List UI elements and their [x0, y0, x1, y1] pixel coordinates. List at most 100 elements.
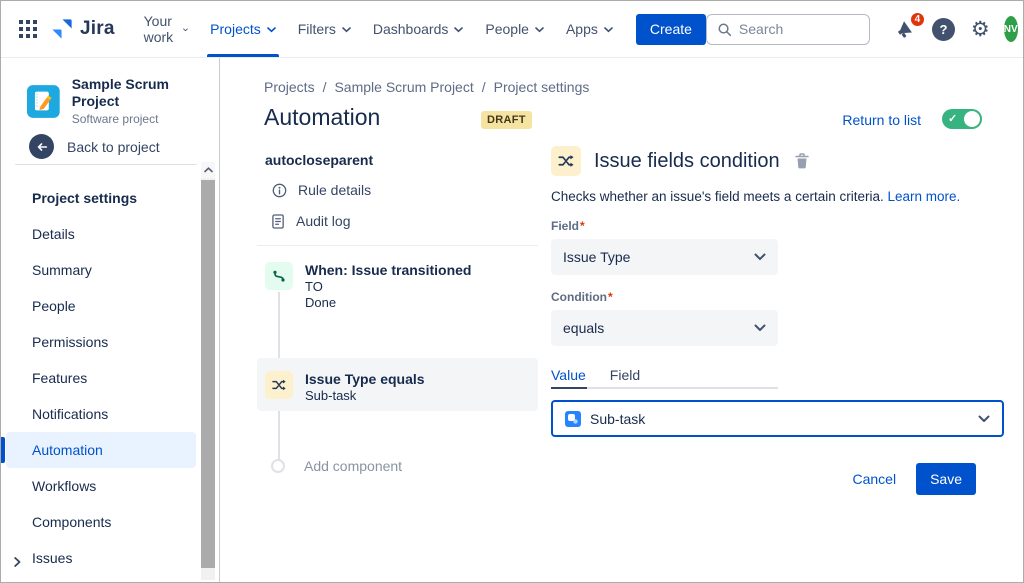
sidebar-item-label: Components [32, 514, 111, 530]
search-box[interactable] [706, 14, 870, 45]
nav-item-your-work[interactable]: Your work [133, 1, 200, 57]
jira-logo[interactable]: Jira [51, 18, 115, 40]
tab-field[interactable]: Field [610, 367, 640, 389]
sidebar-item-components[interactable]: Components [1, 504, 196, 540]
delete-component-button[interactable] [795, 153, 809, 169]
breadcrumb: Projects / Sample Scrum Project / Projec… [264, 79, 589, 95]
help-button[interactable]: ? [932, 18, 955, 41]
nav-item-dashboards[interactable]: Dashboards [362, 1, 475, 57]
back-to-project-label: Back to project [67, 139, 160, 155]
sidebar-item-summary[interactable]: Summary [1, 252, 196, 288]
project-type: Software project [72, 112, 219, 126]
nav-label: Dashboards [373, 21, 449, 37]
condition-label-text: Condition [551, 290, 607, 304]
value-select[interactable]: Sub-task [551, 400, 1004, 437]
sidebar-item-details[interactable]: Details [1, 216, 196, 252]
field-label-text: Field [551, 219, 579, 233]
nav-label: Filters [298, 21, 336, 37]
nav-label: Your work [144, 13, 178, 45]
trigger-step-text: When: Issue transitioned TO Done [305, 262, 471, 311]
field-select-value: Issue Type [563, 249, 630, 265]
project-name: Sample Scrum Project [72, 76, 219, 110]
rule-overview-panel: autocloseparent Rule details Audit log [257, 146, 538, 566]
nav-item-people[interactable]: People [474, 1, 555, 57]
sidebar-item-label: People [32, 298, 76, 314]
notifications-button[interactable]: 4 [894, 18, 916, 40]
sidebar-item-issues[interactable]: Issues [1, 540, 196, 576]
chevron-down-icon [604, 27, 613, 33]
condition-label: Condition* [551, 290, 1006, 304]
condition-step-value: Sub-task [305, 388, 425, 404]
cancel-button[interactable]: Cancel [852, 471, 896, 487]
create-button[interactable]: Create [636, 14, 706, 45]
field-label: Field* [551, 219, 1006, 233]
scrollbar-up-arrow-icon[interactable] [201, 162, 215, 178]
sidebar-item-features[interactable]: Features [1, 360, 196, 396]
trigger-step[interactable]: When: Issue transitioned TO Done [257, 262, 538, 311]
sidebar-item-label: Features [32, 370, 87, 386]
nav-item-apps[interactable]: Apps [555, 1, 624, 57]
project-header-text: Sample Scrum Project Software project [72, 76, 219, 126]
breadcrumb-project[interactable]: Sample Scrum Project [334, 79, 473, 95]
user-avatar[interactable]: NV [1004, 16, 1018, 42]
sidebar-item-notifications[interactable]: Notifications [1, 396, 196, 432]
sidebar-item-permissions[interactable]: Permissions [1, 324, 196, 360]
add-component-circle-icon [271, 459, 285, 473]
rule-details-label: Rule details [298, 182, 371, 198]
breadcrumb-projects[interactable]: Projects [264, 79, 315, 95]
check-icon: ✓ [948, 112, 957, 125]
rule-enabled-toggle[interactable]: ✓ [942, 109, 982, 129]
description-text: Checks whether an issue's field meets a … [551, 189, 884, 204]
project-avatar-icon [27, 85, 60, 118]
sidebar-item-label: Workflows [32, 478, 96, 494]
value-field-tabs: Value Field [551, 367, 778, 389]
chevron-down-icon [535, 27, 544, 33]
rule-name: autocloseparent [265, 152, 373, 168]
subtask-type-icon [565, 411, 581, 427]
add-component-button[interactable]: Add component [271, 458, 402, 474]
sidebar-item-workflows[interactable]: Workflows [1, 468, 196, 504]
breadcrumb-separator: / [323, 79, 327, 95]
app-switcher-icon[interactable] [19, 18, 37, 40]
learn-more-link[interactable]: Learn more. [888, 189, 961, 204]
chevron-down-icon [978, 415, 990, 423]
sidebar-item-label: Issues [32, 550, 72, 566]
settings-button[interactable]: ⚙ [971, 19, 990, 40]
back-arrow-icon [29, 134, 54, 159]
project-sidebar: Sample Scrum Project Software project Ba… [1, 58, 220, 582]
breadcrumb-project-settings[interactable]: Project settings [494, 79, 590, 95]
rule-panel-divider [257, 245, 538, 246]
sidebar-scrollbar[interactable] [201, 162, 215, 580]
condition-step-selected[interactable]: Issue Type equals Sub-task [257, 358, 538, 411]
question-mark-icon: ? [932, 18, 955, 41]
tab-value[interactable]: Value [551, 367, 586, 389]
chevron-down-icon [267, 27, 276, 33]
condition-step-text: Issue Type equals Sub-task [305, 371, 425, 411]
rule-details-link[interactable]: Rule details [272, 182, 371, 198]
audit-log-link[interactable]: Audit log [272, 213, 350, 229]
condition-select[interactable]: equals [551, 310, 778, 346]
nav-item-projects[interactable]: Projects [199, 1, 287, 57]
notification-count-badge: 4 [909, 11, 926, 28]
condition-step-title: Issue Type equals [305, 371, 425, 388]
back-to-project[interactable]: Back to project [29, 134, 160, 159]
search-input[interactable] [739, 21, 859, 37]
draft-status-badge: DRAFT [481, 111, 532, 129]
return-to-list-link[interactable]: Return to list [842, 112, 921, 128]
nav-label: Apps [566, 21, 598, 37]
scrollbar-thumb[interactable] [201, 180, 215, 568]
value-select-value: Sub-task [590, 411, 645, 427]
trigger-step-title: When: Issue transitioned [305, 262, 471, 279]
save-button[interactable]: Save [916, 463, 976, 495]
sidebar-item-automation[interactable]: Automation [6, 432, 196, 468]
nav-item-filters[interactable]: Filters [287, 1, 362, 57]
add-component-label: Add component [304, 458, 402, 474]
page-title: Automation [264, 104, 380, 131]
detail-title: Issue fields condition [594, 150, 780, 173]
search-icon [717, 22, 732, 37]
sidebar-item-people[interactable]: People [1, 288, 196, 324]
project-header: Sample Scrum Project Software project [27, 76, 219, 126]
detail-description: Checks whether an issue's field meets a … [551, 189, 1006, 204]
field-select[interactable]: Issue Type [551, 239, 778, 275]
top-navigation-bar: Jira Your work Projects Filters Dashboar… [1, 1, 1023, 58]
